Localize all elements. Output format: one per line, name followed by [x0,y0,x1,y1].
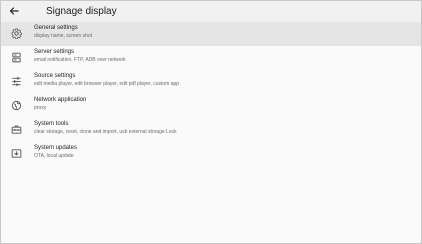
menu-item-subtitle: display name, screen shot [34,33,93,39]
menu-item-system-updates[interactable]: System updates OTA, local update [1,142,421,166]
menu-item-title: Server settings [34,49,75,55]
menu-item-subtitle: OTA, local update [34,153,74,159]
network-icon [11,100,22,111]
menu-item-title: Network application [34,97,87,103]
back-arrow-icon [9,7,19,15]
app-header: Signage display [1,1,421,22]
back-button[interactable] [8,5,20,17]
menu-item-general-settings[interactable]: General settings display name, screen sh… [1,22,421,46]
page-title: Signage display [46,6,117,17]
menu-item-title: Source settings [34,73,76,79]
menu-item-subtitle: proxy [34,105,47,111]
menu-item-network-application[interactable]: Network application proxy [1,94,421,118]
menu-item-system-tools[interactable]: System tools clear storage, reset, clone… [1,118,421,142]
menu-item-subtitle: clear storage, reset, clone and import, … [34,129,177,135]
menu-item-server-settings[interactable]: Server settings email notification, FTP,… [1,46,421,70]
menu-item-title: System tools [34,121,69,127]
toolbox-icon [11,124,22,135]
system-update-icon [11,148,22,159]
server-icon [11,52,22,63]
settings-list: General settings display name, screen sh… [1,22,421,166]
sliders-icon [11,76,22,87]
menu-item-source-settings[interactable]: Source settings edit media player, edit … [1,70,421,94]
menu-item-title: System updates [34,145,78,151]
app-frame: Signage display General settings display… [0,0,422,244]
menu-item-title: General settings [34,25,78,31]
menu-item-subtitle: edit media player, edit browser player, … [34,81,180,87]
menu-item-subtitle: email notification, FTP, ADB over networ… [34,57,126,63]
gear-icon [11,28,22,39]
